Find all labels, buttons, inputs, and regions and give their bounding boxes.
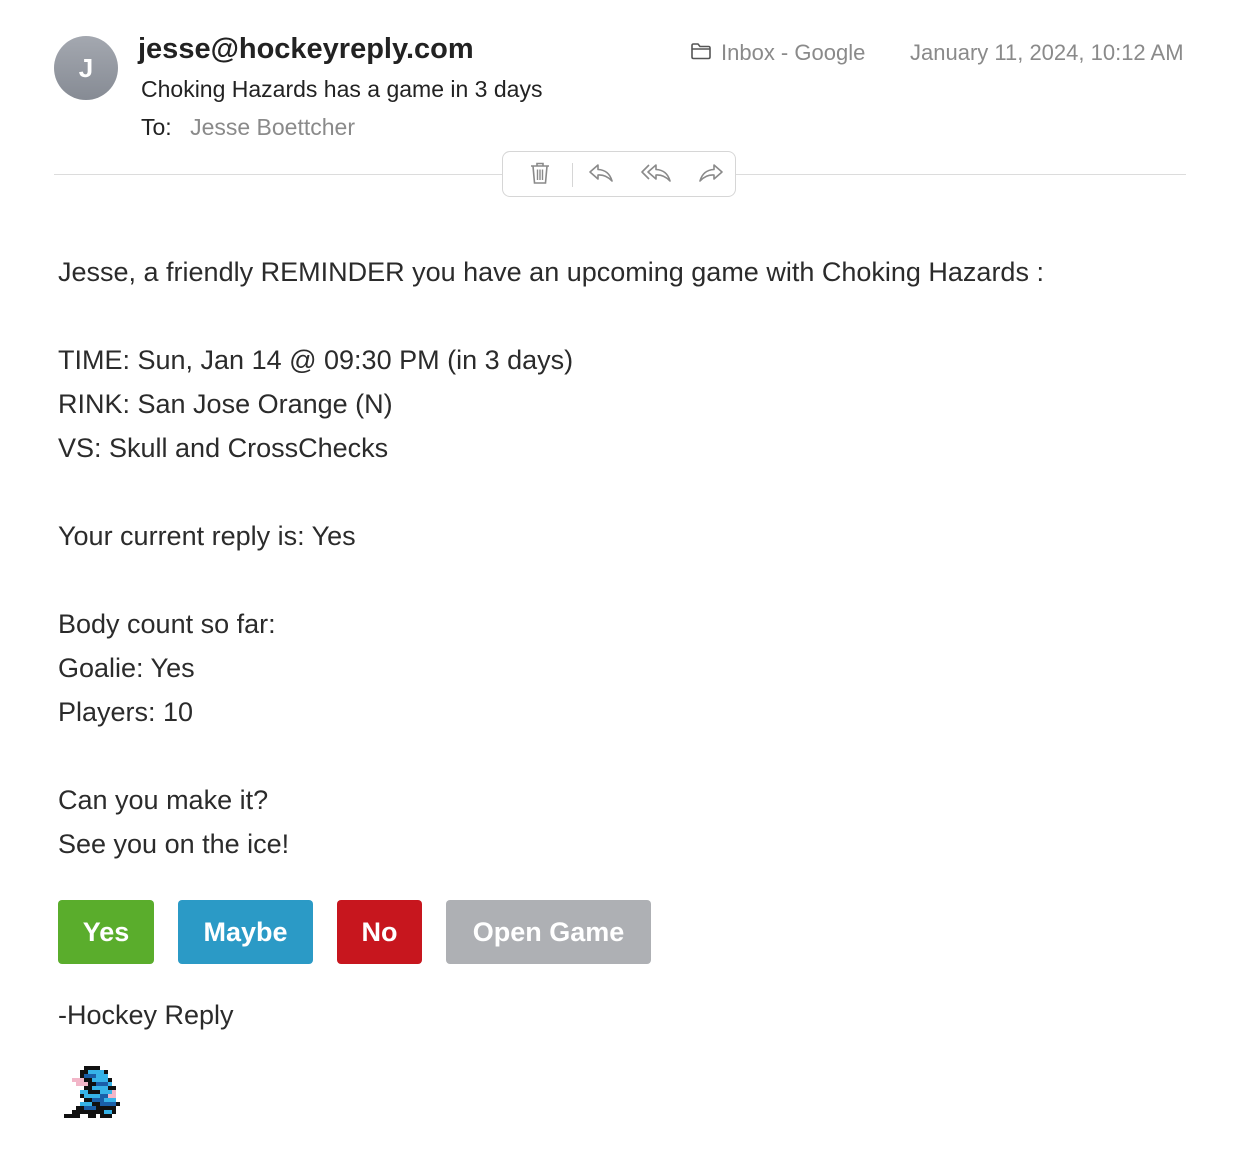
time-line: TIME: Sun, Jan 14 @ 09:30 PM (in 3 days) (58, 345, 574, 375)
intro-line: Jesse, a friendly REMINDER you have an u… (58, 257, 1044, 287)
forward-button[interactable] (691, 152, 731, 198)
rink-line: RINK: San Jose Orange (N) (58, 389, 393, 419)
trash-icon (529, 161, 551, 190)
body-count-line: Body count so far: (58, 609, 276, 639)
message-toolbar (502, 151, 736, 197)
reply-all-button[interactable] (636, 152, 676, 198)
recipient-name: Jesse Boettcher (190, 114, 355, 140)
current-reply-line: Your current reply is: Yes (58, 521, 356, 551)
maybe-button[interactable]: Maybe (178, 900, 313, 964)
recipient-row: To: Jesse Boettcher (141, 114, 355, 141)
mailbox-indicator[interactable]: Inbox - Google (690, 40, 865, 66)
opponent-line: VS: Skull and CrossChecks (58, 433, 389, 463)
sender-avatar: J (54, 36, 118, 100)
forward-icon (698, 162, 724, 189)
signature: -Hockey Reply (58, 1000, 234, 1030)
open-game-button[interactable]: Open Game (446, 900, 651, 964)
hockey-player-icon (64, 1066, 136, 1127)
message-body: Jesse, a friendly REMINDER you have an u… (58, 250, 1044, 866)
email-date: January 11, 2024, 10:12 AM (910, 40, 1184, 65)
email-subject: Choking Hazards has a game in 3 days (141, 76, 543, 102)
reply-icon (588, 162, 614, 189)
goalie-line: Goalie: Yes (58, 653, 195, 683)
players-line: Players: 10 (58, 697, 194, 727)
toolbar-separator (572, 163, 573, 187)
delete-button[interactable] (520, 152, 560, 198)
reply-button[interactable] (581, 152, 621, 198)
reply-all-icon (640, 162, 672, 189)
yes-button[interactable]: Yes (58, 900, 154, 964)
no-button[interactable]: No (337, 900, 422, 964)
folder-icon (690, 40, 721, 66)
mailbox-label: Inbox - Google (721, 40, 866, 65)
sender-address: jesse@hockeyreply.com (138, 33, 474, 65)
question-line: Can you make it? (58, 785, 269, 815)
to-label: To: (141, 114, 172, 140)
closing-line: See you on the ice! (58, 829, 290, 859)
